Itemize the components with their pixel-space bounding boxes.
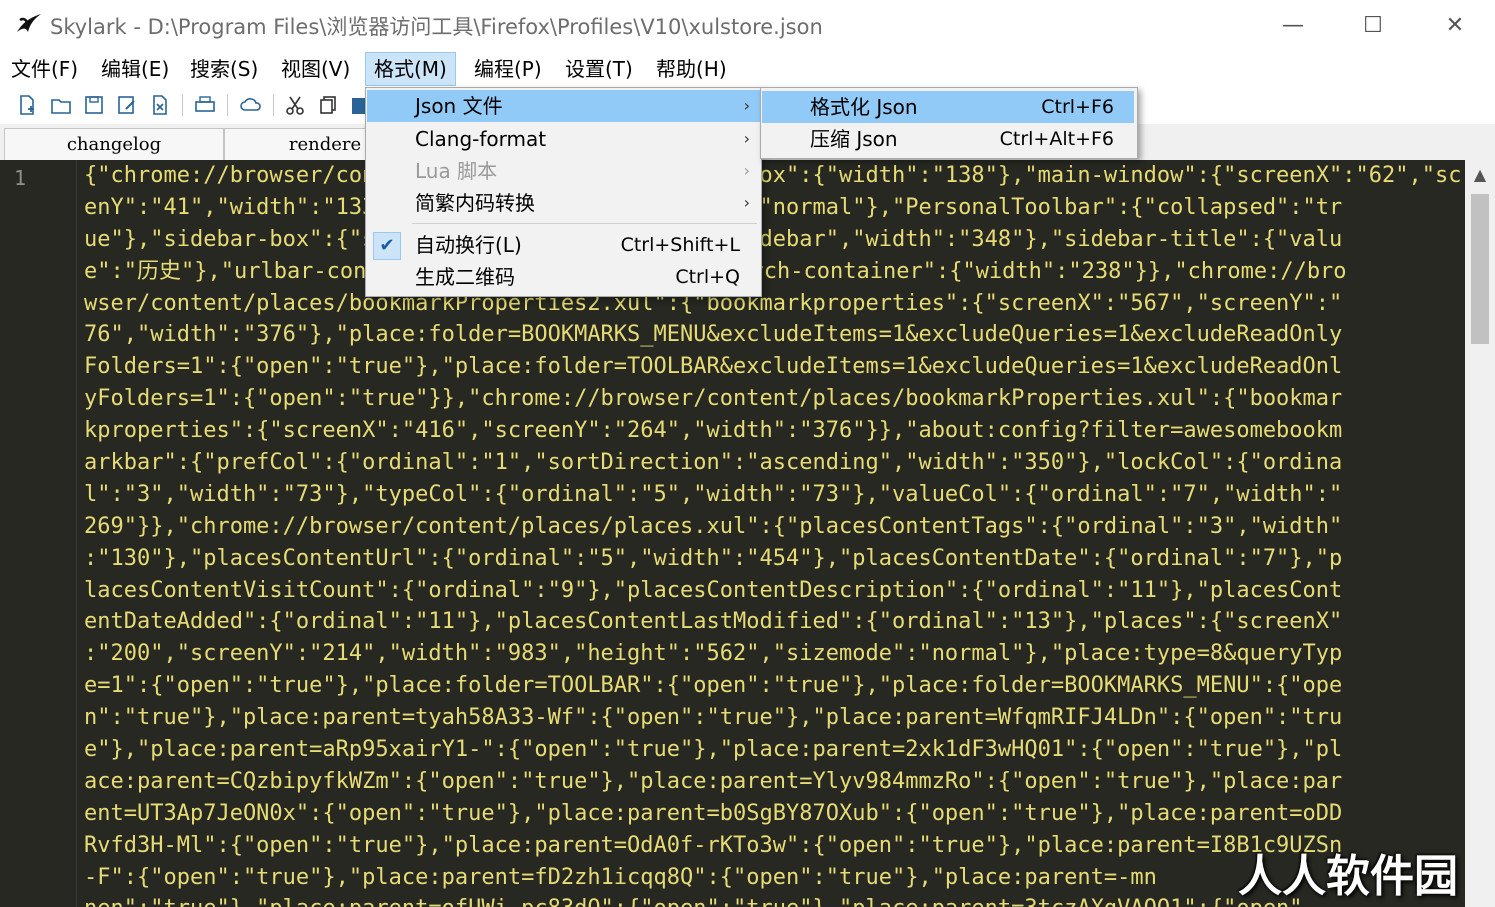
vertical-scrollbar[interactable]: ▲ — [1465, 160, 1495, 907]
window-title: Skylark - D:\Program Files\浏览器访问工具\Firef… — [50, 15, 823, 39]
code-line: l":"3","width":"73"},"typeCol":{"ordinal… — [84, 481, 1343, 507]
code-area[interactable]: {"chrome://browser/content/browser.xul":… — [84, 160, 1464, 907]
skylark-app-icon — [17, 14, 41, 32]
menu-programming[interactable]: 编程(P) — [466, 52, 550, 86]
submenu-arrow-icon: › — [743, 193, 750, 212]
open-folder-icon[interactable] — [48, 92, 74, 118]
code-line: n":"true"},"place:parent=tyah58A33-Wf":{… — [84, 705, 1343, 731]
menu-item-json-file[interactable]: Json 文件 › — [367, 90, 760, 122]
code-line: 269"}},"chrome://browser/content/places/… — [84, 513, 1343, 539]
menu-view[interactable]: 视图(V) — [273, 52, 358, 86]
code-line: ace:parent=CQzbipyfkWZm":{"open":"true"}… — [84, 768, 1343, 794]
checkmark-icon: ✔ — [373, 232, 401, 260]
code-line: kproperties":{"screenX":"416","screenY":… — [84, 418, 1343, 444]
menu-item-qrcode[interactable]: 生成二维码 Ctrl+Q — [367, 261, 760, 293]
menu-item-compress-json[interactable]: 压缩 Json Ctrl+Alt+F6 — [762, 123, 1134, 155]
code-line: {"chrome://browser/content/browser.xul":… — [84, 163, 1464, 188]
menu-item-label: 自动换行(L) — [415, 233, 522, 257]
code-line: 76","width":"376"},"place:folder=BOOKMAR… — [84, 322, 1343, 348]
line-number-gutter: 1 — [0, 160, 77, 907]
menu-item-shortcut: Ctrl+Alt+F6 — [999, 128, 1114, 150]
menu-separator — [412, 223, 757, 224]
code-line: lacesContentVisitCount":{"ordinal":"9"},… — [84, 577, 1343, 603]
menu-item-word-wrap[interactable]: ✔ 自动换行(L) Ctrl+Shift+L — [367, 229, 760, 261]
copy-icon[interactable] — [315, 92, 341, 118]
menu-item-label: 压缩 Json — [810, 127, 898, 151]
save-icon[interactable] — [81, 92, 107, 118]
menu-item-label: 生成二维码 — [415, 265, 515, 289]
menu-item-label: Clang-format — [415, 127, 547, 151]
menu-file[interactable]: 文件(F) — [3, 52, 86, 86]
menu-item-encoding-convert[interactable]: 简繁内码转换 › — [367, 187, 760, 219]
watermark: 人人软件园 — [1238, 851, 1458, 902]
title-bar: Skylark - D:\Program Files\浏览器访问工具\Firef… — [0, 0, 1495, 50]
menu-help[interactable]: 帮助(H) — [648, 52, 735, 86]
close-file-icon[interactable] — [147, 92, 173, 118]
menu-item-lua-script: Lua 脚本 › — [367, 155, 760, 187]
code-line: :"200","screenY":"214","width":"983","he… — [84, 641, 1343, 667]
toolbar-separator — [273, 94, 274, 116]
tab-changelog[interactable]: changelog — [4, 128, 224, 160]
code-line: ue"},"sidebar-box":{"sidebarcommand":"vi… — [84, 224, 1464, 256]
new-file-icon[interactable] — [14, 92, 40, 118]
scroll-up-arrow-icon[interactable]: ▲ — [1465, 160, 1495, 190]
json-submenu: 格式化 Json Ctrl+F6 压缩 Json Ctrl+Alt+F6 — [760, 87, 1138, 159]
menu-bar: 文件(F) 编辑(E) 搜索(S) 视图(V) 格式(M) 编程(P) 设置(T… — [0, 52, 1495, 88]
code-line: ent=UT3Ap7JeON0x":{"open":"true"},"place… — [84, 800, 1343, 826]
submenu-arrow-icon: › — [743, 96, 750, 115]
cloud-icon[interactable] — [238, 92, 264, 118]
menu-item-shortcut: Ctrl+Shift+L — [620, 234, 740, 256]
toolbar-separator — [182, 94, 183, 116]
menu-item-clang-format[interactable]: Clang-format › — [367, 123, 760, 155]
toolbar-separator — [227, 94, 228, 116]
menu-search[interactable]: 搜索(S) — [182, 52, 266, 86]
submenu-arrow-icon: › — [743, 129, 750, 148]
cut-icon[interactable] — [282, 92, 308, 118]
code-line: entDateAdded":{"ordinal":"11"},"placesCo… — [84, 609, 1343, 635]
code-line: e":"历史"},"urlbar-container":{"width":"10… — [84, 256, 1464, 288]
minimize-button[interactable]: — — [1253, 0, 1333, 50]
code-line: e=1":{"open":"true"},"place:folder=TOOLB… — [84, 673, 1343, 699]
code-line: e"},"place:parent=aRp95xairY1-":{"open":… — [84, 737, 1343, 763]
menu-item-label: 简繁内码转换 — [415, 191, 535, 215]
menu-item-format-json[interactable]: 格式化 Json Ctrl+F6 — [762, 91, 1134, 123]
code-line: enY":"41","width":"1331","height":"903",… — [84, 192, 1464, 224]
menu-item-shortcut: Ctrl+F6 — [1041, 96, 1114, 118]
code-line: arkbar":{"prefCol":{"ordinal":"1","sortD… — [84, 450, 1343, 476]
menu-item-label: Lua 脚本 — [415, 159, 498, 183]
menu-edit[interactable]: 编辑(E) — [93, 52, 177, 86]
code-line: wser/content/places/bookmarkProperties2.… — [84, 290, 1343, 316]
code-line: :"130"},"placesContentUrl":{"ordinal":"5… — [84, 545, 1343, 571]
menu-item-label: 格式化 Json — [810, 95, 918, 119]
submenu-arrow-icon: › — [743, 161, 750, 180]
code-line: Folders=1":{"open":"true"},"place:folder… — [84, 354, 1343, 380]
line-number: 1 — [14, 166, 27, 190]
scroll-thumb[interactable] — [1471, 194, 1489, 344]
menu-item-label: Json 文件 — [415, 94, 503, 118]
format-menu: Json 文件 › Clang-format › Lua 脚本 › 简繁内码转换… — [365, 87, 762, 297]
maximize-button[interactable]: ☐ — [1333, 0, 1413, 50]
close-button[interactable]: ✕ — [1415, 0, 1495, 50]
code-line: yFolders=1":{"open":"true"}},"chrome://b… — [84, 386, 1343, 412]
menu-format[interactable]: 格式(M) — [365, 52, 456, 86]
menu-item-shortcut: Ctrl+Q — [675, 266, 740, 288]
save-as-icon[interactable] — [114, 92, 140, 118]
print-icon[interactable] — [192, 92, 218, 118]
menu-settings[interactable]: 设置(T) — [557, 52, 641, 86]
